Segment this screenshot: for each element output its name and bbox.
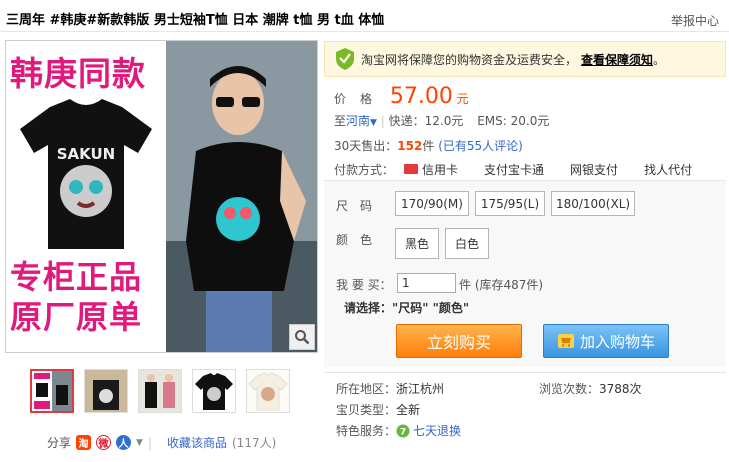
- payment-credit-card: 信用卡: [404, 161, 458, 178]
- buy-now-button[interactable]: 立刻购买: [396, 324, 522, 358]
- share-more-arrow-icon[interactable]: ▼: [136, 438, 143, 448]
- magnifier-icon: [295, 330, 310, 345]
- item-type-row: 宝贝类型：全新: [336, 403, 421, 417]
- product-title: 三周年 #韩庚#新款韩版 男士短袖T恤 日本 潮牌 t恤 男 t血 体恤: [6, 13, 385, 28]
- reviews-link[interactable]: (已有55人评论): [438, 139, 523, 153]
- header-divider: [0, 31, 729, 32]
- seven-day-return-link[interactable]: 七天退换: [413, 422, 461, 439]
- size-label: 尺 码: [336, 199, 373, 213]
- color-option-black[interactable]: 黑色: [395, 228, 439, 259]
- quantity-label: 我 要 买：: [336, 278, 392, 292]
- shield-icon: [336, 48, 354, 70]
- thumbnail-4[interactable]: [192, 369, 236, 413]
- size-option-xl[interactable]: 180/100(XL): [551, 191, 635, 216]
- price-label: 价格: [334, 92, 387, 106]
- weibo-share-icon[interactable]: 微: [96, 435, 112, 450]
- promo-bottom-text: 专柜正品 原厂原单: [10, 258, 143, 336]
- thumbnail-3[interactable]: [138, 369, 182, 413]
- price-unit: 元: [456, 92, 469, 106]
- payment-label: 付款方式：: [334, 162, 395, 177]
- sku-selector: 尺 码 170/90(M) 175/95(L) 180/100(XL) 颜 色 …: [324, 180, 726, 367]
- svg-text:SAKUN: SAKUN: [57, 145, 116, 163]
- express-fee: 快递：12.0元: [388, 114, 464, 128]
- stock-info: 件 (库存487件): [459, 278, 544, 292]
- main-product-image[interactable]: 韩庚同款 SAKUN 专柜正品 原厂原单: [5, 40, 318, 353]
- thumbnail-2[interactable]: [84, 369, 128, 413]
- payment-row: 付款方式： 信用卡 支付宝卡通 网银支付 找人代付: [324, 158, 726, 180]
- region-dropdown-icon[interactable]: ▼: [370, 118, 377, 128]
- sales-unit: 件: [422, 139, 435, 153]
- sales-count: 152: [397, 139, 423, 153]
- share-separator: |: [147, 435, 152, 450]
- guarantee-banner: 淘宝网将保障您的购物资金及运费安全， 查看保障须知 。: [324, 41, 726, 77]
- views-value: 3788次: [599, 382, 642, 396]
- ems-fee: EMS: 20.0元: [477, 114, 550, 128]
- price-value: 57.00: [389, 84, 453, 109]
- credit-card-icon: [404, 164, 419, 174]
- views-row: 浏览次数：3788次: [539, 382, 642, 396]
- item-type-value: 全新: [396, 403, 421, 417]
- quantity-input[interactable]: [397, 273, 456, 293]
- thumbnail-5[interactable]: [246, 369, 290, 413]
- size-option-m[interactable]: 170/90(M): [395, 191, 469, 216]
- favorite-count: (117人): [232, 436, 277, 450]
- seven-day-return-icon: 7: [396, 424, 410, 437]
- cart-icon: [557, 334, 574, 348]
- model-figure: [166, 41, 317, 352]
- svg-text:7: 7: [400, 427, 406, 437]
- zoom-button[interactable]: [289, 324, 315, 350]
- report-center-link[interactable]: 举报中心: [671, 12, 719, 29]
- sales-label: 30天售出：: [334, 139, 398, 153]
- renren-share-icon[interactable]: 人: [116, 435, 132, 450]
- promo-panel: 韩庚同款 SAKUN 专柜正品 原厂原单: [6, 41, 166, 352]
- share-label: 分享: [47, 436, 72, 450]
- payment-alipay-card: 支付宝卡通: [484, 162, 545, 177]
- share-row: 分享 淘 微 人 ▼ | 收藏该商品 (117人): [47, 434, 281, 451]
- sales-row: 30天售出：152件 (已有55人评论): [334, 137, 523, 154]
- region-selector[interactable]: 河南: [346, 114, 370, 128]
- promo-top-text: 韩庚同款: [10, 54, 146, 93]
- tshirt-image: SAKUN: [20, 99, 152, 249]
- guarantee-end: 。: [653, 52, 666, 67]
- service-row: 特色服务： 7 七天退换: [336, 422, 462, 439]
- guarantee-link[interactable]: 查看保障须知: [581, 51, 653, 68]
- location-row: 所在地区：浙江杭州: [336, 382, 445, 396]
- payment-proxy: 找人代付: [644, 162, 693, 177]
- selection-prompt: 请选择："尺码" "颜色": [344, 301, 470, 315]
- thumbnail-1[interactable]: [30, 369, 74, 413]
- size-option-l[interactable]: 175/95(L): [475, 191, 545, 216]
- color-label: 颜 色: [336, 233, 373, 247]
- meta-divider: [324, 372, 726, 373]
- guarantee-text: 淘宝网将保障您的购物资金及运费安全，: [361, 52, 578, 67]
- favorite-item-link[interactable]: 收藏该商品: [167, 434, 227, 451]
- payment-netbank: 网银支付: [570, 162, 619, 177]
- taobao-share-icon[interactable]: 淘: [76, 435, 92, 450]
- model-photo: [166, 41, 317, 352]
- add-to-cart-button[interactable]: 加入购物车: [543, 324, 669, 358]
- location-value: 浙江杭州: [396, 382, 445, 396]
- shipping-row: 至河南▼ | 快递：12.0元 EMS: 20.0元: [334, 114, 550, 128]
- thumbnail-strip: [30, 369, 290, 413]
- color-option-white[interactable]: 白色: [445, 228, 489, 259]
- price-row: 价格 57.00 元: [334, 84, 469, 109]
